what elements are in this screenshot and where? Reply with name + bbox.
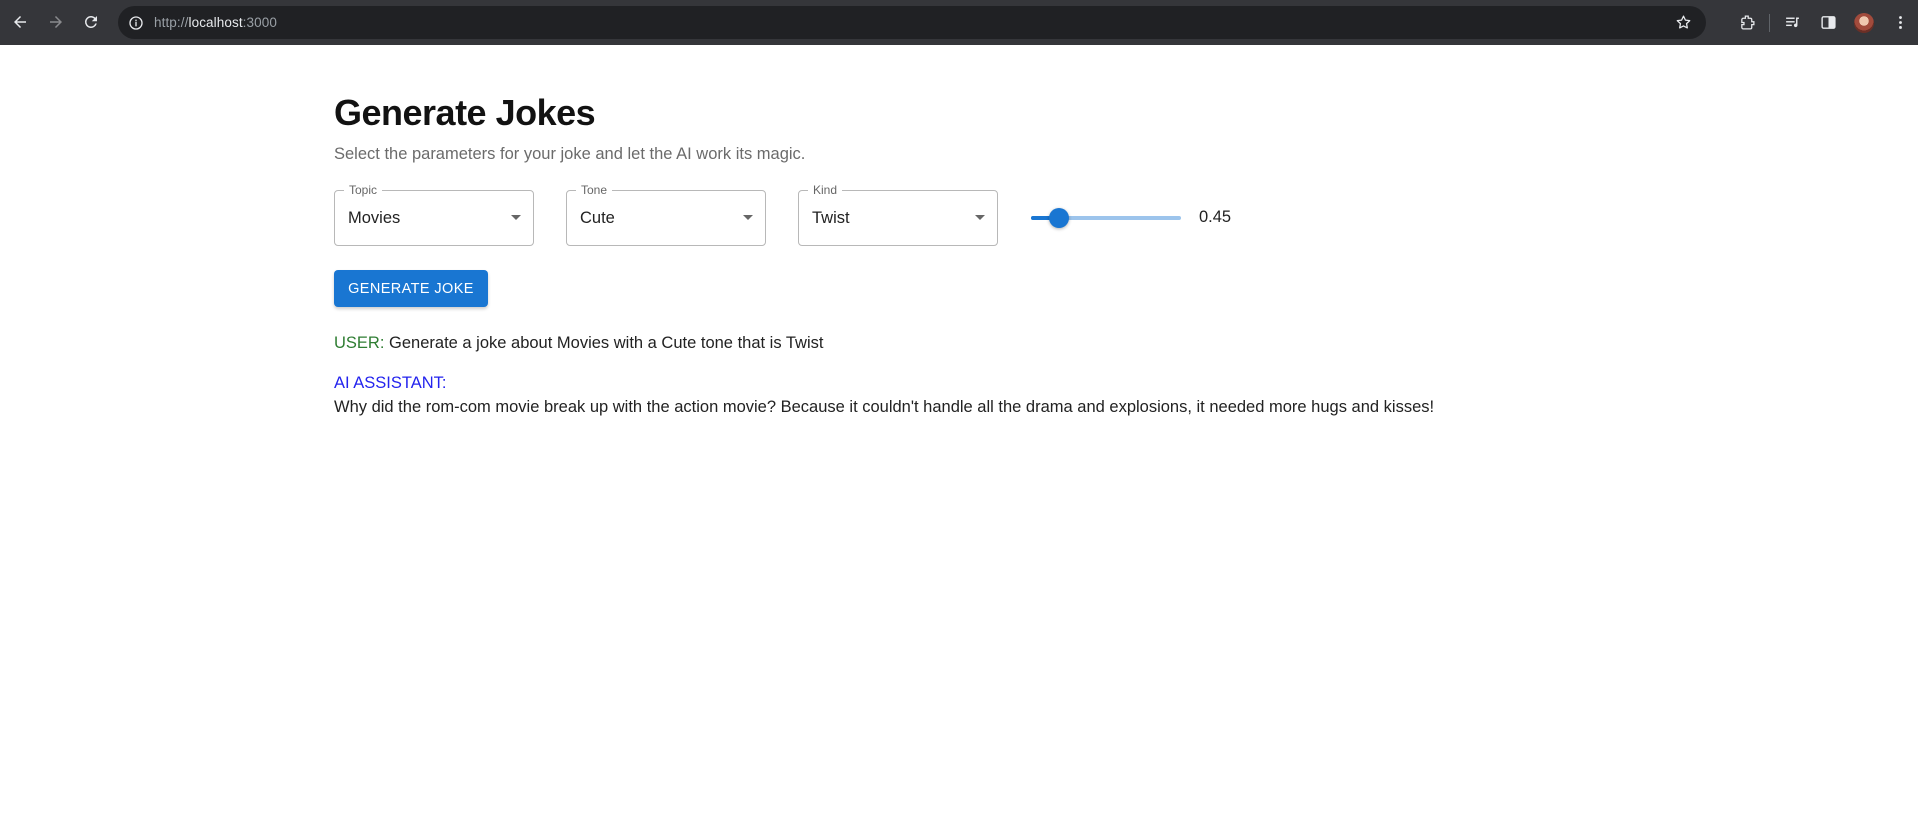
menu-kebab-icon[interactable] — [1882, 5, 1918, 41]
ai-message-text: Why did the rom-com movie break up with … — [334, 398, 1435, 416]
caret-down-icon[interactable] — [743, 215, 753, 220]
user-message: USER: Generate a joke about Movies with … — [334, 334, 823, 353]
browser-toolbar: http://localhost:3000 — [0, 0, 1918, 45]
topic-select[interactable]: Topic Movies — [334, 183, 534, 246]
topic-label: Topic — [344, 183, 383, 197]
site-info-icon[interactable] — [128, 15, 144, 31]
ai-assistant-tag: AI ASSISTANT: — [334, 374, 447, 392]
forward-icon[interactable] — [38, 4, 74, 40]
side-panel-icon[interactable] — [1810, 5, 1846, 41]
kind-label: Kind — [808, 183, 843, 197]
toolbar-divider — [1769, 13, 1770, 32]
page-title: Generate Jokes — [334, 92, 596, 133]
tone-select[interactable]: Tone Cute — [566, 183, 766, 246]
generate-joke-button[interactable]: GENERATE JOKE — [334, 270, 488, 307]
user-message-text: Generate a joke about Movies with a Cute… — [389, 334, 824, 352]
user-tag: USER: — [334, 334, 385, 352]
tone-value: Cute — [580, 209, 615, 227]
kind-select[interactable]: Kind Twist — [798, 183, 998, 246]
url-text[interactable]: http://localhost:3000 — [154, 15, 277, 30]
extensions-icon[interactable] — [1729, 5, 1765, 41]
temperature-value: 0.45 — [1199, 208, 1232, 226]
profile-avatar[interactable] — [1846, 5, 1882, 41]
reload-icon[interactable] — [73, 4, 109, 40]
caret-down-icon[interactable] — [975, 215, 985, 220]
bookmark-star-icon[interactable] — [1675, 14, 1692, 31]
caret-down-icon[interactable] — [511, 215, 521, 220]
media-controls-icon[interactable] — [1774, 5, 1810, 41]
temperature-slider[interactable] — [1031, 205, 1181, 231]
back-icon[interactable] — [2, 4, 38, 40]
topic-value: Movies — [348, 209, 401, 227]
kind-value: Twist — [812, 209, 850, 227]
address-bar[interactable]: http://localhost:3000 — [118, 6, 1706, 39]
page-subtitle: Select the parameters for your joke and … — [334, 145, 806, 163]
slider-thumb[interactable] — [1049, 208, 1069, 228]
avatar[interactable] — [1854, 12, 1874, 33]
tone-label: Tone — [576, 183, 613, 197]
